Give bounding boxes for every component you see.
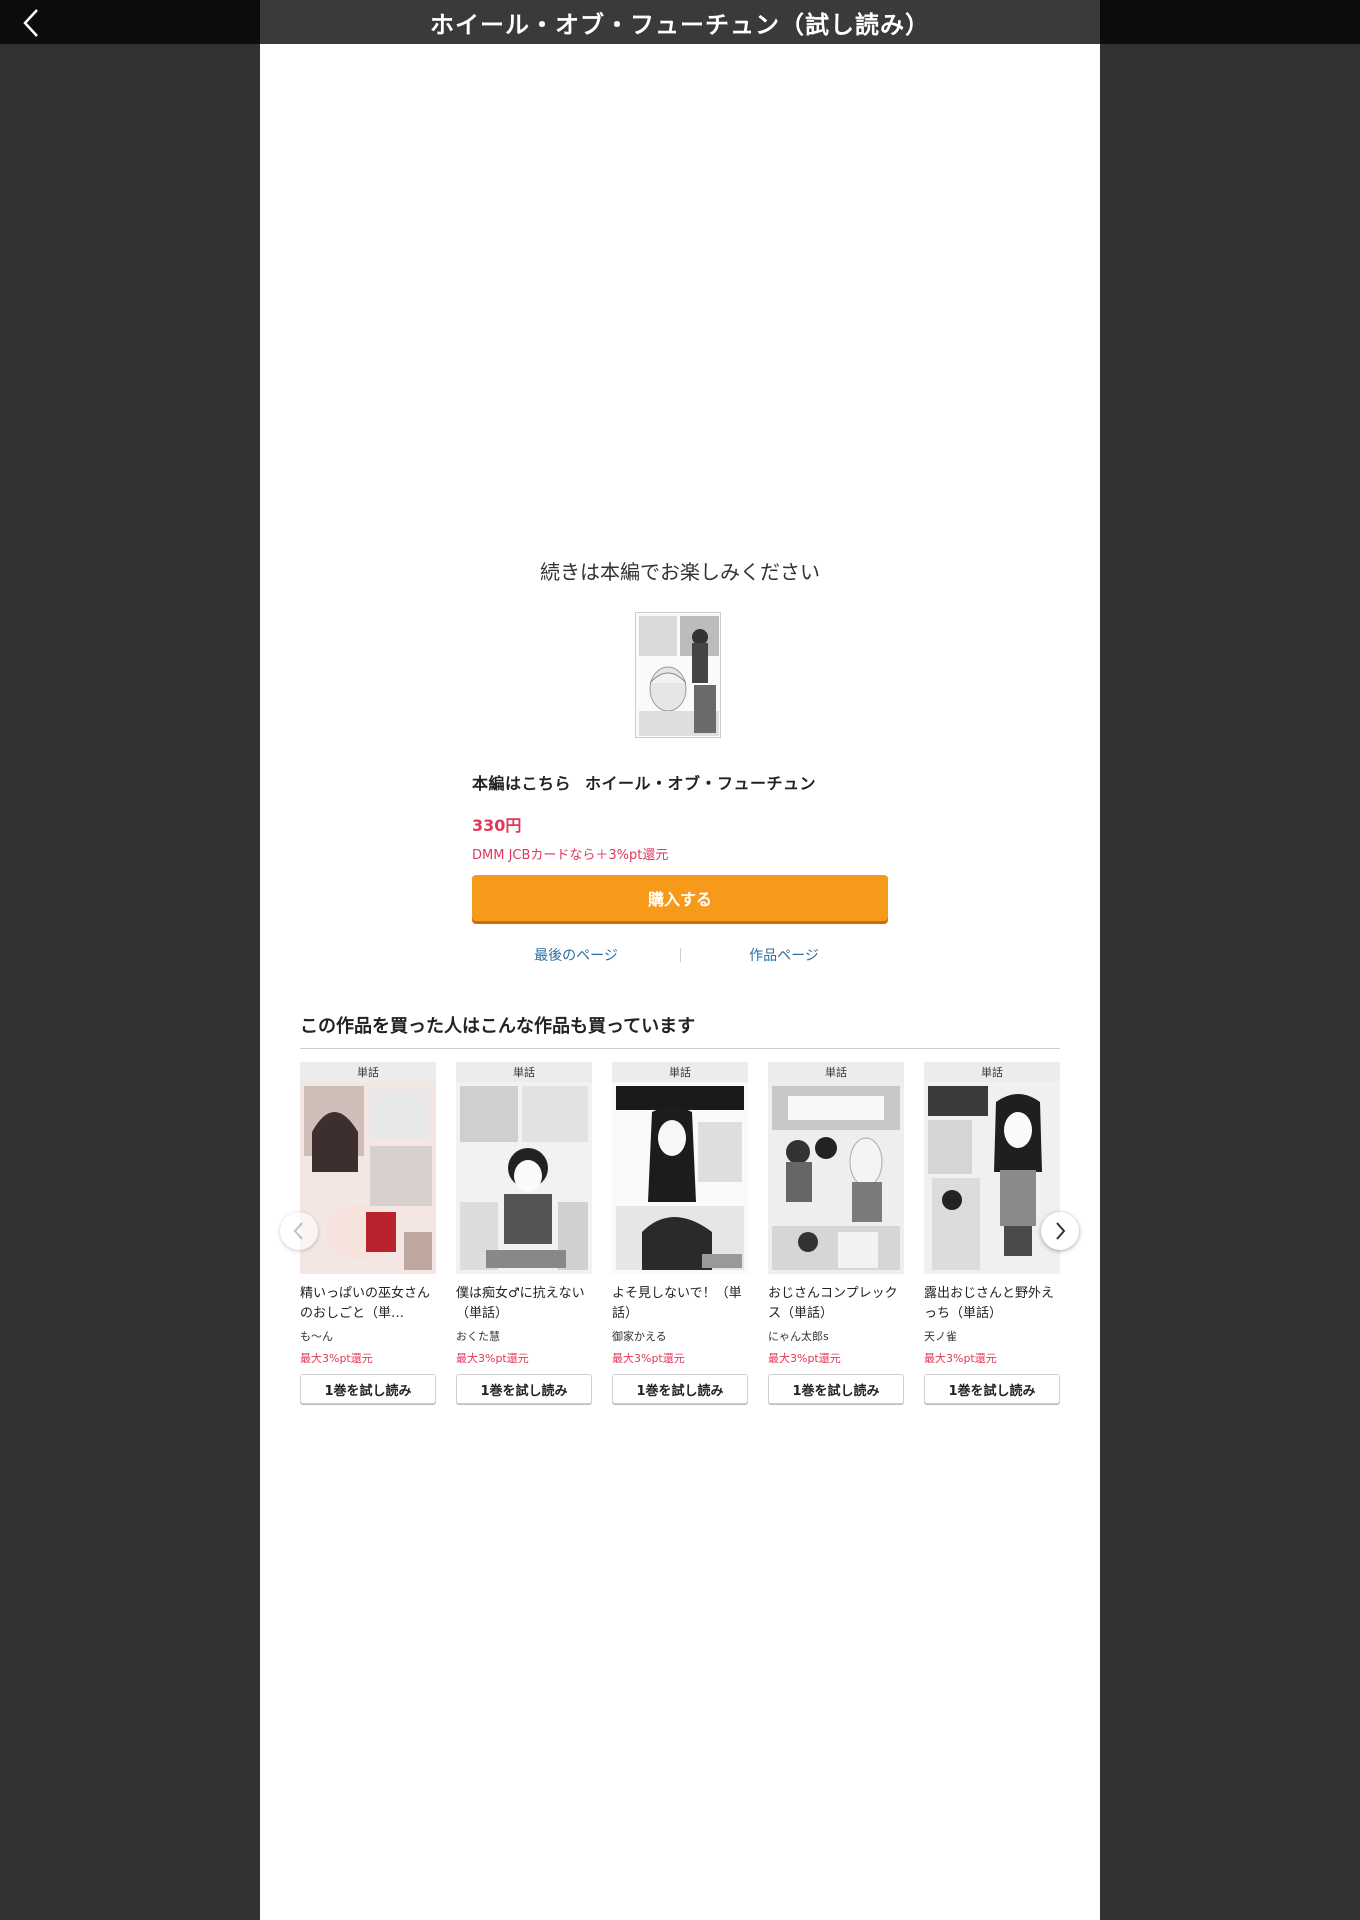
buy-button[interactable]: 購入する (472, 875, 888, 921)
chevron-right-icon (1056, 1222, 1066, 1240)
recommendation-points: 最大3%pt還元 (924, 1352, 997, 1365)
page-links: 最後のページ 作品ページ (472, 944, 888, 966)
product-prefix: 本編はこちら (472, 774, 572, 793)
recommendation-points: 最大3%pt還元 (300, 1352, 373, 1365)
recommendation-author[interactable]: にゃん太郎s (768, 1328, 904, 1344)
recommendation-title[interactable]: よそ見しないで！（単話） (612, 1284, 748, 1324)
recommendation-card: 単話 よそ見しないで！（単話） 御家かえる 最大3%pt還元 1巻を試し読み (612, 1062, 748, 1404)
product-link-line[interactable]: 本編はこちら ホイール・オブ・フューチュン (472, 770, 888, 794)
carousel-prev-button[interactable] (280, 1212, 318, 1250)
recommendation-points: 最大3%pt還元 (612, 1352, 685, 1365)
recommendation-thumbnail[interactable] (612, 1082, 748, 1274)
trial-read-button[interactable]: 1巻を試し読み (456, 1374, 592, 1404)
point-note: DMM JCBカードなら＋3%pt還元 (472, 848, 669, 863)
recommendations-heading: この作品を買った人はこんな作品も買っています (300, 1012, 1060, 1049)
recommendation-thumbnail[interactable] (768, 1082, 904, 1274)
type-tag: 単話 (924, 1062, 1060, 1082)
work-page-link[interactable]: 作品ページ (681, 945, 888, 965)
recommendation-title[interactable]: 精いっぱいの巫女さんのおしごと（単… (300, 1284, 436, 1324)
recommendation-points: 最大3%pt還元 (768, 1352, 841, 1365)
page-title: ホイール・オブ・フューチュン（試し読み） (260, 0, 1100, 44)
type-tag: 単話 (456, 1062, 592, 1082)
viewer-page: 続きは本編でお楽しみください 本編はこちら ホイール・オブ・フューチュン 330… (260, 44, 1100, 1920)
recommendation-thumbnail[interactable] (456, 1082, 592, 1274)
trial-read-button[interactable]: 1巻を試し読み (612, 1374, 748, 1404)
carousel-next-button[interactable] (1041, 1212, 1079, 1250)
top-bar: ホイール・オブ・フューチュン（試し読み） (0, 0, 1360, 44)
back-button[interactable] (14, 6, 48, 40)
trial-read-button[interactable]: 1巻を試し読み (924, 1374, 1060, 1404)
type-tag: 単話 (612, 1062, 748, 1082)
trial-read-button[interactable]: 1巻を試し読み (768, 1374, 904, 1404)
recommendation-author[interactable]: 天ノ雀 (924, 1328, 1060, 1344)
product-title: ホイール・オブ・フューチュン (585, 774, 817, 793)
continue-message: 続きは本編でお楽しみください (540, 560, 820, 584)
recommendation-thumbnail[interactable] (300, 1082, 436, 1274)
recommendation-points: 最大3%pt還元 (456, 1352, 529, 1365)
recommendation-author[interactable]: 御家かえる (612, 1328, 748, 1344)
recommendation-card: 単話 精いっぱいの巫女さんのおしごと（単… も〜ん 最大3%pt還元 1巻を試し… (300, 1062, 436, 1404)
purchase-section: 本編はこちら ホイール・オブ・フューチュン 330円 DMM JCBカードなら＋… (472, 770, 888, 921)
recommendation-author[interactable]: も〜ん (300, 1328, 436, 1344)
product-price: 330円 (472, 816, 522, 835)
recommendations-carousel: 単話 精いっぱいの巫女さんのおしごと（単… も〜ん 最大3%pt還元 1巻を試し… (300, 1062, 1060, 1422)
chevron-left-icon (293, 1222, 303, 1240)
type-tag: 単話 (300, 1062, 436, 1082)
recommendation-card: 単話 おじさんコンプレックス（単話） にゃん太郎s 最大3%pt還元 1巻を試し… (768, 1062, 904, 1404)
recommendation-title[interactable]: 僕は痴女♂に抗えない（単話） (456, 1284, 592, 1324)
recommendation-title[interactable]: おじさんコンプレックス（単話） (768, 1284, 904, 1324)
recommendation-title[interactable]: 露出おじさんと野外えっち（単話） (924, 1284, 1060, 1324)
trial-read-button[interactable]: 1巻を試し読み (300, 1374, 436, 1404)
chevron-left-icon (23, 9, 38, 37)
recommendation-author[interactable]: おくた慧 (456, 1328, 592, 1344)
recommendation-thumbnail[interactable] (924, 1082, 1060, 1274)
recommendation-card: 単話 僕は痴女♂に抗えない（単話） おくた慧 最大3%pt還元 1巻を試し読み (456, 1062, 592, 1404)
type-tag: 単話 (768, 1062, 904, 1082)
recommendation-card: 単話 露出おじさんと野外えっち（単話） 天ノ雀 最大3%pt還元 1巻を試し読み (924, 1062, 1060, 1404)
product-cover-image[interactable] (635, 612, 721, 738)
last-page-link[interactable]: 最後のページ (473, 945, 680, 965)
